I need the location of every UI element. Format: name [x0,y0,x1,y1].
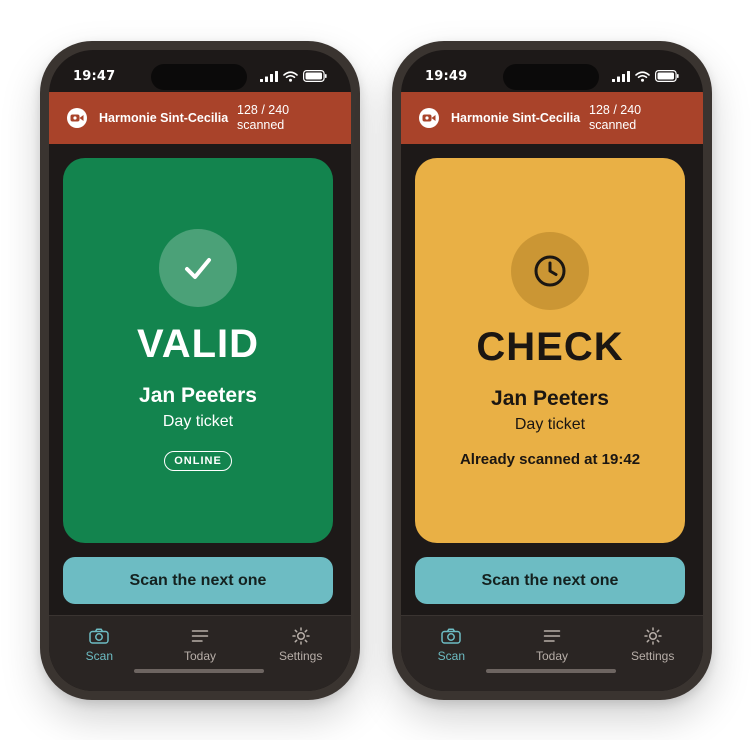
tab-scan[interactable]: Scan [401,616,502,691]
status-time: 19:47 [73,69,116,84]
org-name: Harmonie Sint-Cecilia [99,111,229,125]
scan-count-value: 128 / 240 [237,103,290,117]
status-bar: 19:49 [401,50,703,94]
tab-today-label: Today [183,649,217,663]
list-icon [543,630,561,642]
tab-bar: Scan Today Settings [49,615,351,691]
scan-counter: 128 / 240 scanned [237,103,289,133]
result-status: CHECK [476,325,624,369]
home-indicator [134,669,264,673]
app-header: Harmonie Sint-Cecilia 128 / 240 scanned [401,92,703,144]
scan-next-button[interactable]: Scan the next one [415,557,685,604]
ticket-holder-name: Jan Peeters [491,387,609,410]
tab-today[interactable]: Today [150,616,251,691]
result-status: VALID [136,322,260,366]
list-icon [191,630,209,642]
dynamic-island [503,64,599,90]
tab-settings[interactable]: Settings [250,616,351,691]
tab-settings-label: Settings [631,649,675,663]
wifi-icon [635,70,650,82]
ticket-type: Day ticket [162,413,234,430]
status-bar: 19:47 [49,50,351,94]
home-indicator [486,669,616,673]
ticket-type: Day ticket [514,416,586,433]
phone-screen: 19:49 Harmonie Sint-Cecilia 128 / 240 sc… [401,50,703,691]
gear-icon [291,627,310,645]
scan-next-button[interactable]: Scan the next one [63,557,333,604]
battery-icon [655,70,679,82]
battery-icon [303,70,327,82]
tab-scan[interactable]: Scan [49,616,150,691]
tab-settings[interactable]: Settings [602,616,703,691]
app-header: Harmonie Sint-Cecilia 128 / 240 scanned [49,92,351,144]
result-card: CHECK Jan Peeters Day ticket Already sca… [415,158,685,543]
ticket-holder-name: Jan Peeters [139,384,257,407]
gear-icon [643,627,662,645]
phone-check: 19:49 Harmonie Sint-Cecilia 128 / 240 sc… [392,41,712,700]
status-icons [260,70,327,82]
clock-icon [534,255,566,287]
scan-count-label: scanned [237,118,285,132]
tab-settings-label: Settings [279,649,323,663]
status-time: 19:49 [425,69,468,84]
already-scanned-note: Already scanned at 19:42 [459,451,641,468]
checkmark-icon [185,258,211,279]
signal-icon [260,70,278,82]
org-logo [419,108,439,128]
scan-count-label: scanned [589,118,637,132]
status-icons [612,70,679,82]
phone-screen: 19:47 Harmonie Sint-Cecilia 128 / 240 sc… [49,50,351,691]
dynamic-island [151,64,247,90]
camera-icon [89,628,110,644]
result-card: VALID Jan Peeters Day ticket ONLINE [63,158,333,543]
status-badge [511,232,589,310]
signal-icon [612,70,630,82]
status-badge [159,229,237,307]
org-logo [67,108,87,128]
tab-scan-label: Scan [437,649,466,663]
online-badge: ONLINE [164,451,232,471]
tab-today[interactable]: Today [502,616,603,691]
phone-valid: 19:47 Harmonie Sint-Cecilia 128 / 240 sc… [40,41,360,700]
tab-scan-label: Scan [85,649,114,663]
scan-counter: 128 / 240 scanned [589,103,641,133]
wifi-icon [283,70,298,82]
tab-today-label: Today [535,649,569,663]
camera-icon [441,628,462,644]
org-name: Harmonie Sint-Cecilia [451,111,581,125]
scan-count-value: 128 / 240 [589,103,642,117]
tab-bar: Scan Today Settings [401,615,703,691]
